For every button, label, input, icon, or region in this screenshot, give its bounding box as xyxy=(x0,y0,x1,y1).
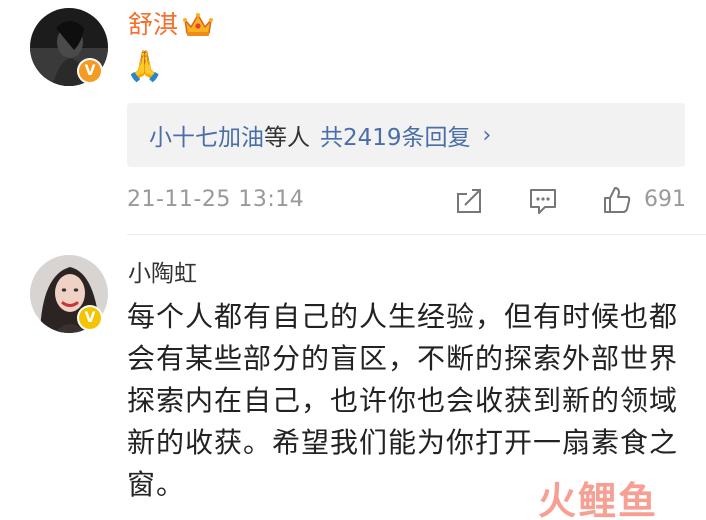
verified-icon: V xyxy=(79,60,101,82)
share-icon[interactable] xyxy=(454,186,484,216)
replies-summary[interactable]: 小十七加油 等人 共2419条回复 › xyxy=(127,103,685,167)
like-count: 691 xyxy=(644,187,686,212)
verified-badge: V xyxy=(77,305,103,331)
verified-badge: V xyxy=(77,58,103,84)
reply-mid-text: 等人 xyxy=(264,125,310,151)
username[interactable]: 舒淇 xyxy=(128,10,178,40)
comment-text: 🙏 xyxy=(126,49,164,84)
watermark-logo: 火鲤鱼 xyxy=(538,479,659,520)
username[interactable]: 小陶虹 xyxy=(128,259,197,289)
thumbs-up-icon[interactable] xyxy=(602,185,632,215)
reply-total[interactable]: 共2419条回复 xyxy=(320,118,471,152)
crown-icon xyxy=(183,13,213,36)
timestamp: 21-11-25 13:14 xyxy=(127,187,305,212)
reply-user-link[interactable]: 小十七加油 xyxy=(149,118,264,152)
comment-icon[interactable] xyxy=(528,186,558,216)
comment-item: V 舒淇 🙏 小十七加油 等人 共2419条回复 › 21-11-25 13:1… xyxy=(0,0,706,235)
chevron-right-icon: › xyxy=(482,122,492,148)
verified-icon: V xyxy=(79,307,101,329)
